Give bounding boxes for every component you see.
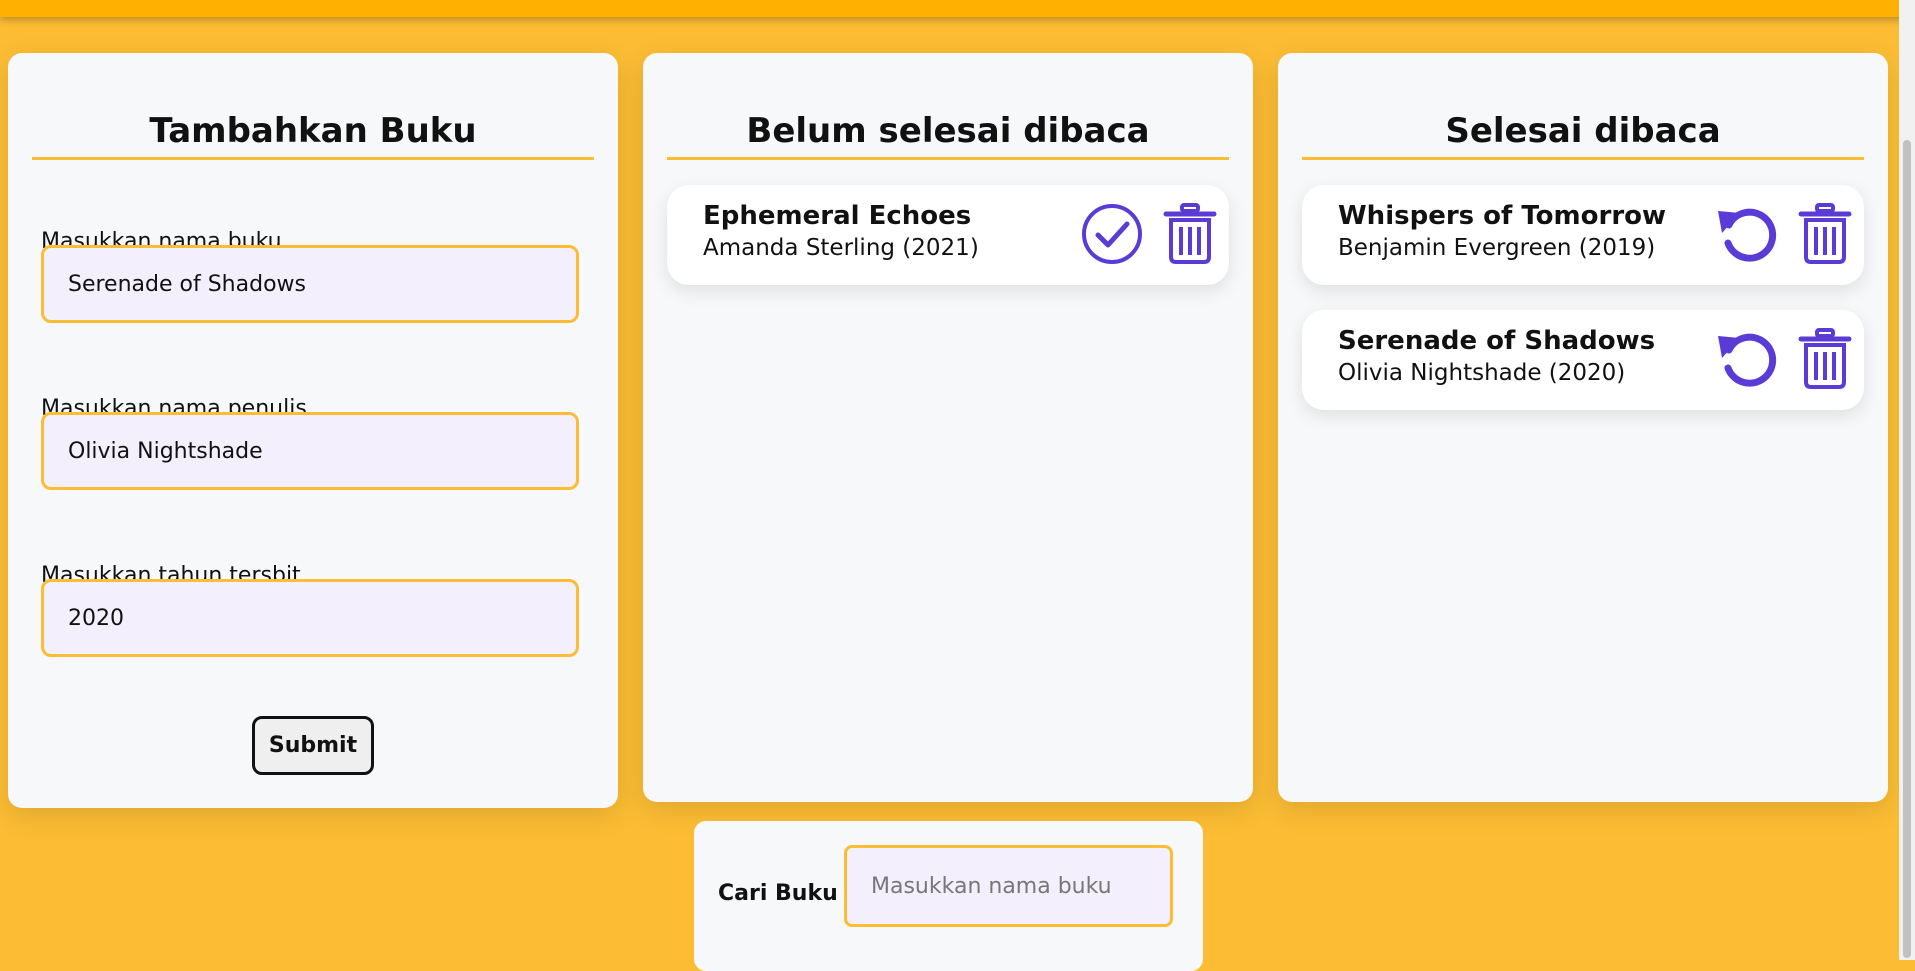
trash-icon[interactable] bbox=[1792, 326, 1858, 392]
undo-icon[interactable] bbox=[1714, 201, 1780, 267]
submit-button[interactable]: Submit bbox=[252, 716, 374, 775]
unread-books-panel: Belum selesai dibaca Ephemeral Echoes Am… bbox=[643, 53, 1253, 802]
top-bar bbox=[0, 0, 1915, 17]
check-circle-icon[interactable] bbox=[1079, 201, 1145, 267]
trash-icon[interactable] bbox=[1792, 201, 1858, 267]
book-meta: Amanda Sterling (2021) bbox=[703, 235, 979, 261]
book-title: Whispers of Tomorrow bbox=[1338, 201, 1667, 231]
unread-title: Belum selesai dibaca bbox=[667, 109, 1229, 160]
book-title: Serenade of Shadows bbox=[1338, 326, 1656, 356]
add-book-title: Tambahkan Buku bbox=[32, 109, 594, 160]
add-book-panel: Tambahkan Buku Masukkan nama buku Masukk… bbox=[8, 53, 618, 808]
search-input[interactable] bbox=[844, 845, 1173, 927]
book-card: Ephemeral Echoes Amanda Sterling (2021) bbox=[667, 185, 1229, 285]
scrollbar[interactable] bbox=[1899, 0, 1915, 960]
trash-icon[interactable] bbox=[1157, 201, 1223, 267]
scrollbar-thumb[interactable] bbox=[1903, 140, 1911, 958]
read-books-panel: Selesai dibaca Whispers of Tomorrow Benj… bbox=[1278, 53, 1888, 802]
book-meta: Benjamin Evergreen (2019) bbox=[1338, 235, 1656, 261]
year-input[interactable] bbox=[41, 579, 579, 657]
author-name-input[interactable] bbox=[41, 412, 579, 490]
read-title: Selesai dibaca bbox=[1302, 109, 1864, 160]
book-meta: Olivia Nightshade (2020) bbox=[1338, 360, 1626, 386]
undo-icon[interactable] bbox=[1714, 326, 1780, 392]
book-card: Serenade of Shadows Olivia Nightshade (2… bbox=[1302, 310, 1864, 410]
search-label: Cari Buku bbox=[718, 881, 838, 906]
search-panel: Cari Buku bbox=[694, 821, 1203, 971]
book-card: Whispers of Tomorrow Benjamin Evergreen … bbox=[1302, 185, 1864, 285]
book-name-input[interactable] bbox=[41, 245, 579, 323]
book-title: Ephemeral Echoes bbox=[703, 201, 972, 231]
